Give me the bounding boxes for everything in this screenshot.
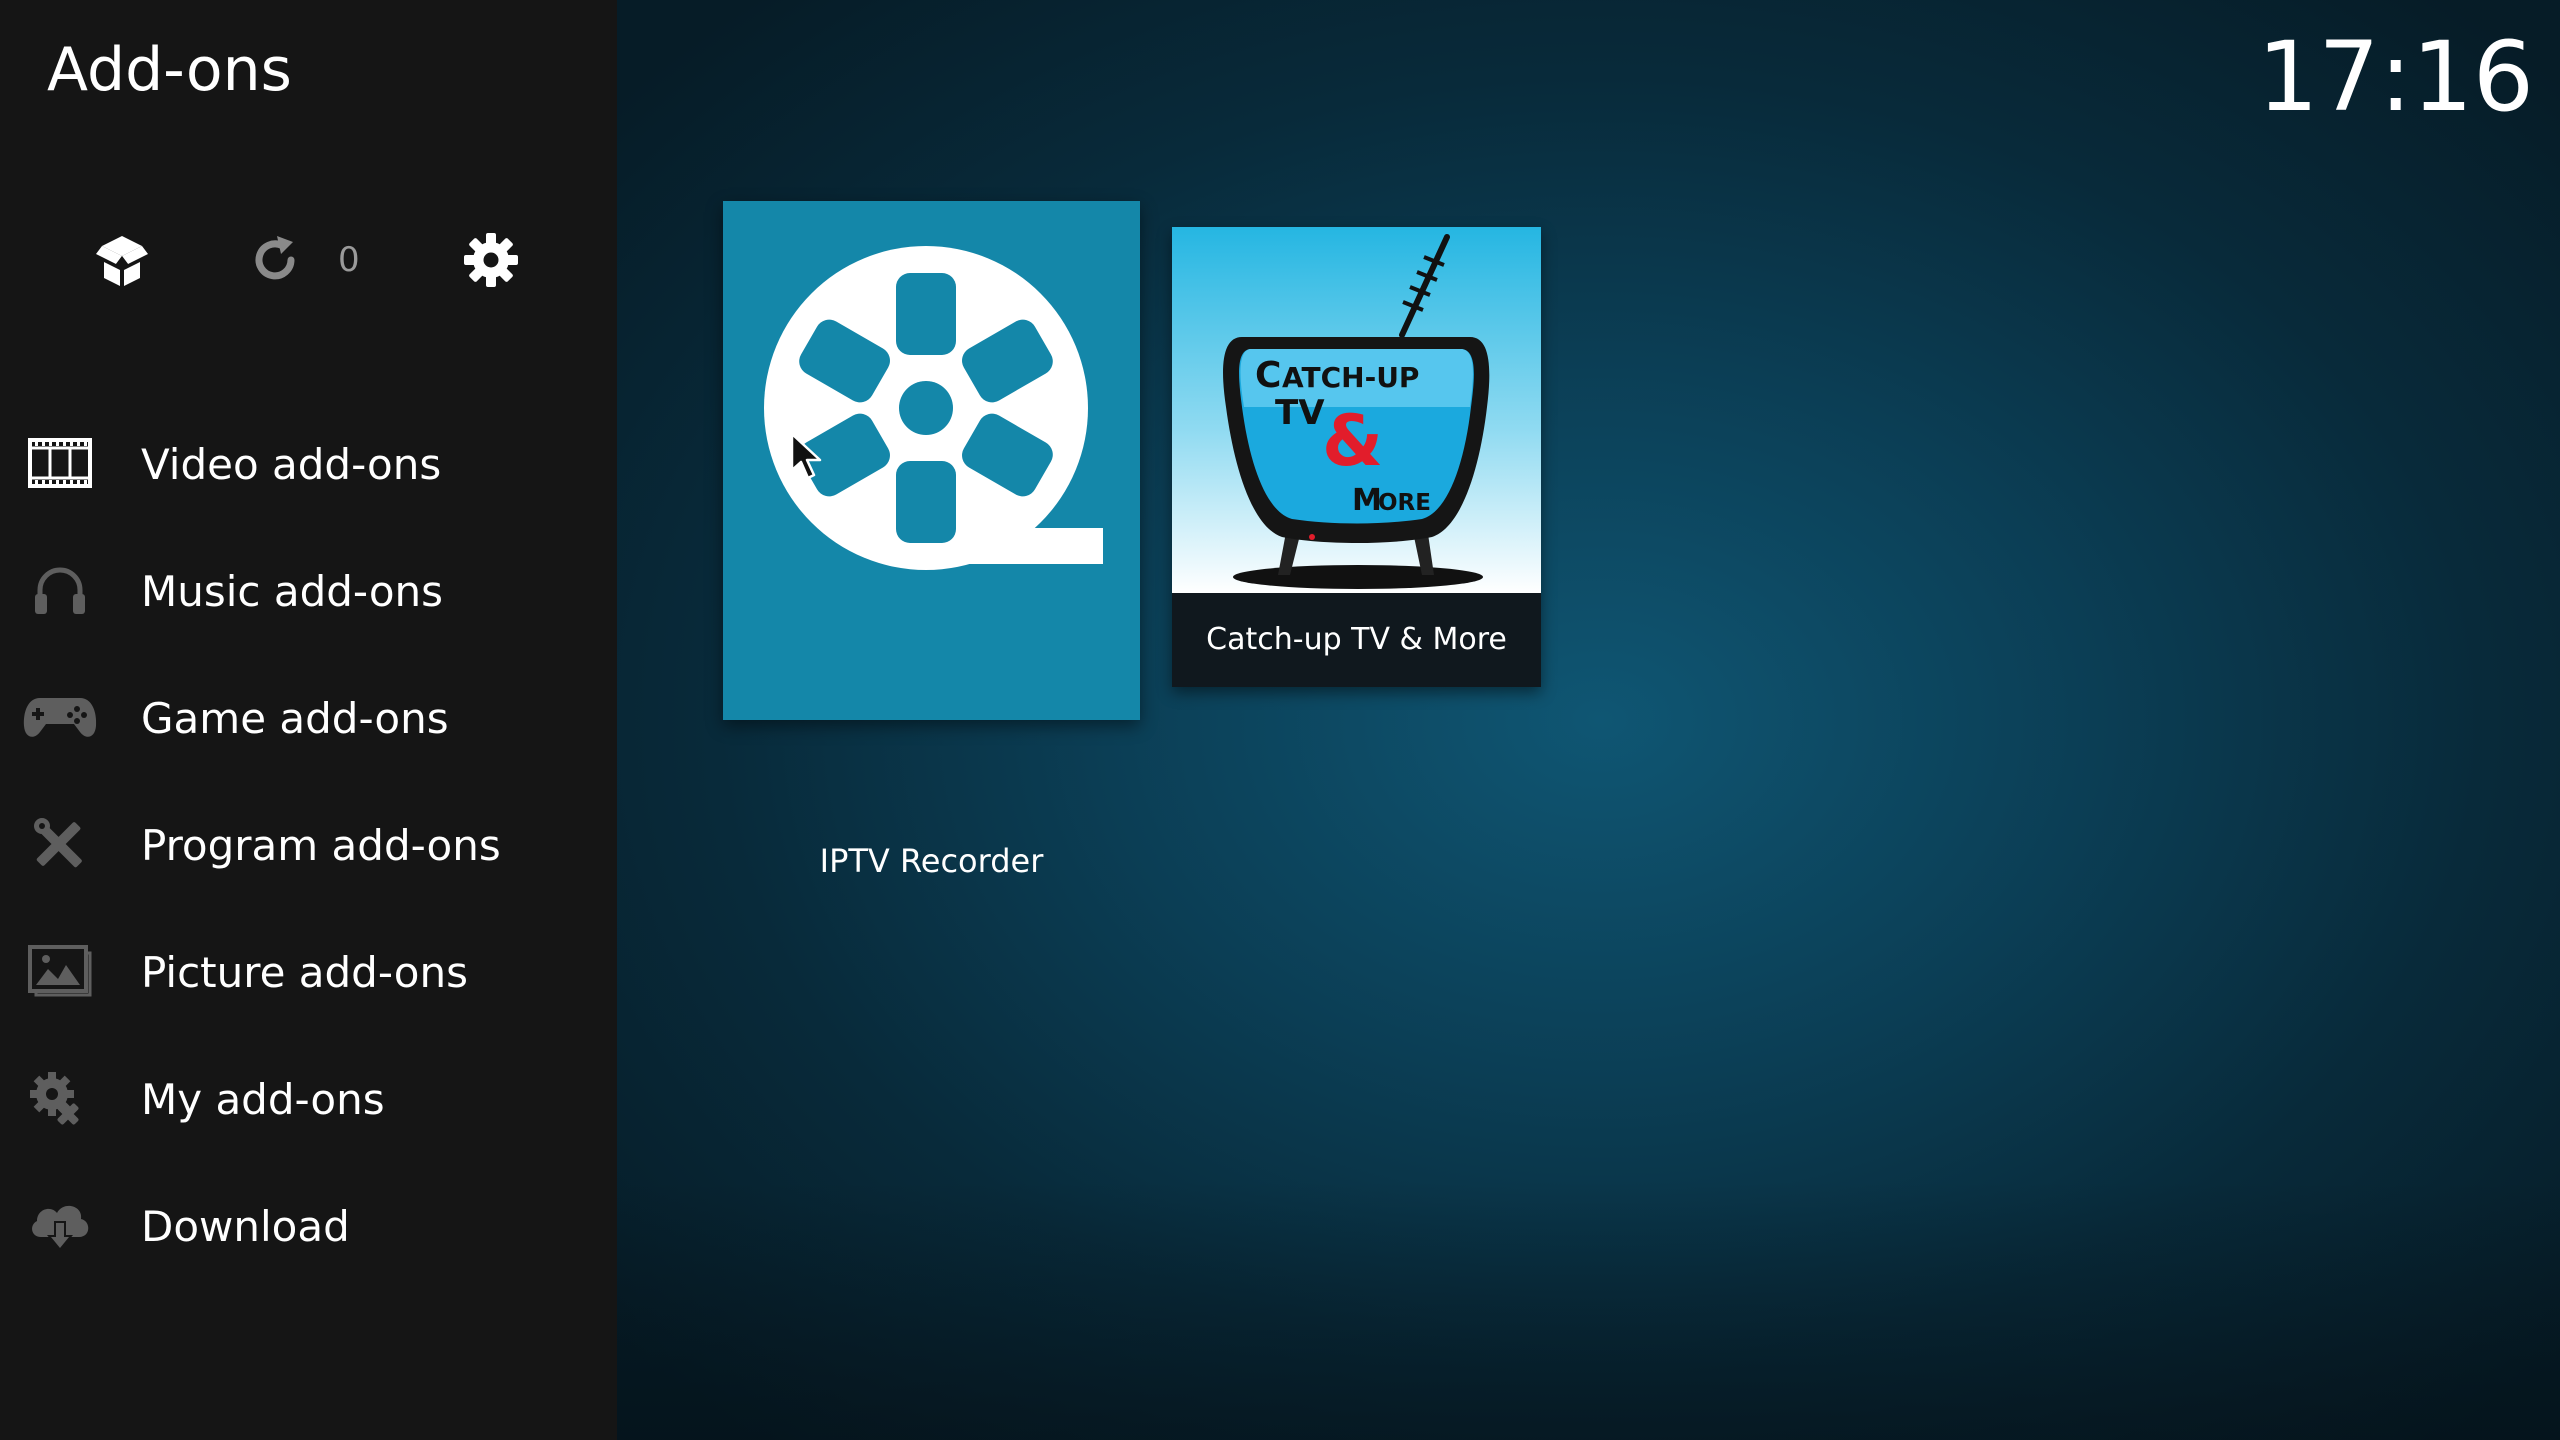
film-reel-icon: [763, 243, 1103, 577]
addon-browser-button[interactable]: [77, 215, 167, 305]
picture-icon: [22, 938, 98, 1004]
sidebar-nav: Video add-ons Music add-ons Game add-ons…: [0, 400, 617, 1289]
svg-text:&: &: [1322, 400, 1383, 482]
sidebar-item-picture-addons[interactable]: Picture add-ons: [0, 908, 617, 1035]
gamepad-icon: [22, 684, 98, 750]
svg-text:TV: TV: [1275, 393, 1325, 433]
sidebar-item-label: Game add-ons: [141, 694, 449, 743]
page-title: Add-ons: [47, 35, 292, 105]
refresh-icon: [247, 232, 303, 288]
addons-screen: Add-ons 0 Video add-ons Music add-ons Ga…: [0, 0, 2560, 1440]
headphones-icon: [22, 557, 98, 623]
retro-tv-icon: C ATCH-UP TV & M ORE: [1172, 227, 1541, 593]
tools-icon: [22, 811, 98, 877]
sidebar-item-label: Video add-ons: [141, 440, 442, 489]
updates-count: 0: [338, 240, 360, 280]
sidebar-toolbar: 0: [0, 215, 617, 305]
svg-text:C: C: [1255, 355, 1281, 396]
gears-icon: [22, 1065, 98, 1131]
sidebar-item-game-addons[interactable]: Game add-ons: [0, 654, 617, 781]
open-box-icon: [94, 232, 150, 288]
catchup-tv-artwork: C ATCH-UP TV & M ORE: [1172, 227, 1541, 593]
svg-text:ATCH-UP: ATCH-UP: [1282, 361, 1419, 394]
film-strip-icon: [22, 430, 98, 496]
gear-icon: [461, 230, 521, 290]
sidebar-item-download[interactable]: Download: [0, 1162, 617, 1289]
settings-button[interactable]: [446, 215, 536, 305]
cloud-download-icon: [22, 1192, 98, 1258]
clock: 17:16: [2257, 21, 2534, 133]
sidebar-item-label: My add-ons: [141, 1075, 385, 1124]
sidebar: Add-ons 0 Video add-ons Music add-ons Ga…: [0, 0, 617, 1440]
sidebar-item-label: Music add-ons: [141, 567, 444, 616]
sidebar-item-video-addons[interactable]: Video add-ons: [0, 400, 617, 527]
svg-text:ORE: ORE: [1378, 490, 1431, 516]
mouse-pointer-icon: [790, 432, 824, 482]
sidebar-item-my-addons[interactable]: My add-ons: [0, 1035, 617, 1162]
sidebar-item-label: Program add-ons: [141, 821, 501, 870]
addon-tile-label: IPTV Recorder: [819, 842, 1044, 880]
addon-tile-label: Catch-up TV & More: [1206, 622, 1507, 657]
sidebar-item-music-addons[interactable]: Music add-ons: [0, 527, 617, 654]
addon-tile-iptv-recorder[interactable]: IPTV Recorder: [723, 201, 1140, 880]
sidebar-item-label: Picture add-ons: [141, 948, 468, 997]
sidebar-item-program-addons[interactable]: Program add-ons: [0, 781, 617, 908]
sidebar-item-label: Download: [141, 1202, 350, 1251]
addon-tile-catchup-tv[interactable]: C ATCH-UP TV & M ORE Catch-up TV & More: [1172, 227, 1541, 687]
updates-button[interactable]: [230, 215, 320, 305]
